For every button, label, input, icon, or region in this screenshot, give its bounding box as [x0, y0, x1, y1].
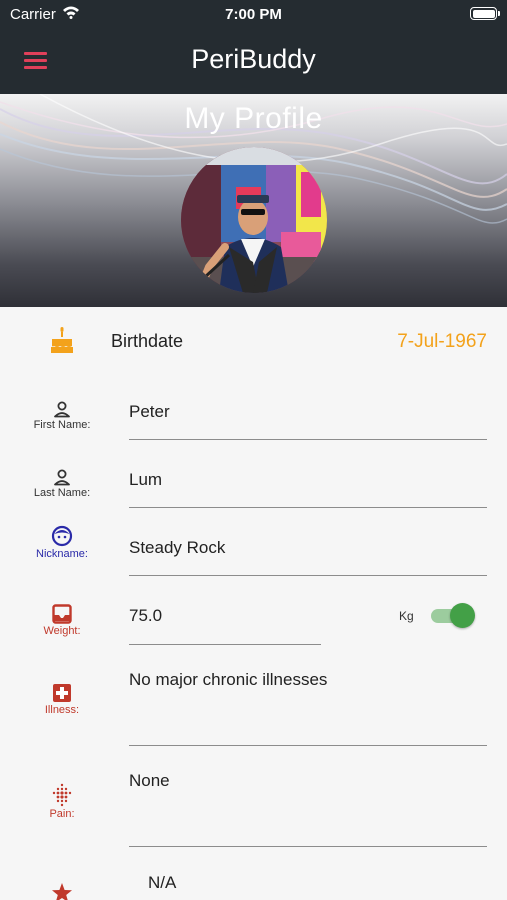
- weight-label: Weight:: [43, 625, 81, 637]
- nickname-row: Nickname: Steady Rock: [0, 513, 507, 581]
- battery-icon: [470, 7, 500, 20]
- illness-input[interactable]: No major chronic illnesses: [129, 670, 327, 690]
- weight-input[interactable]: 75.0: [129, 606, 162, 626]
- cake-icon: [50, 325, 74, 360]
- illness-underline: [129, 745, 487, 746]
- nickname-input[interactable]: Steady Rock: [129, 538, 225, 558]
- status-bar: Carrier 7:00 PM: [0, 0, 507, 28]
- person-icon: [0, 469, 124, 486]
- star-icon: [0, 882, 124, 900]
- first-name-input[interactable]: Peter: [129, 402, 170, 422]
- illness-label-group: Illness:: [0, 683, 124, 716]
- first-name-label-group: First Name:: [0, 401, 124, 431]
- pain-label: Pain:: [49, 808, 75, 820]
- pain-dots-icon: [0, 783, 124, 807]
- pain-input[interactable]: None: [129, 771, 170, 791]
- app-bar: PeriBuddy: [0, 28, 507, 94]
- birthdate-value[interactable]: 7-Jul-1967: [397, 331, 487, 353]
- pain-row: Pain: None: [0, 751, 507, 851]
- last-name-underline: [129, 507, 487, 508]
- app-title: PeriBuddy: [191, 44, 316, 74]
- last-name-label-group: Last Name:: [0, 469, 124, 499]
- profile-header: My Profile: [0, 94, 507, 307]
- pain-underline: [129, 846, 487, 847]
- weight-unit-toggle[interactable]: [431, 603, 475, 629]
- last-name-input[interactable]: Lum: [129, 470, 162, 490]
- notes-row: N/A: [0, 851, 507, 900]
- face-icon: [0, 525, 124, 547]
- weight-label-group: Weight:: [0, 604, 124, 637]
- first-name-row: First Name: Peter: [0, 377, 507, 445]
- nickname-label-group: Nickname:: [0, 525, 124, 560]
- birthdate-label: Birthdate: [111, 331, 184, 351]
- weight-unit-label: Kg: [399, 609, 414, 623]
- first-name-underline: [129, 439, 487, 440]
- weight-underline: [129, 644, 321, 645]
- avatar[interactable]: [181, 147, 327, 293]
- weight-row: Weight: 75.0 Kg: [0, 581, 507, 651]
- last-name-row: Last Name: Lum: [0, 445, 507, 513]
- first-name-label: First Name:: [33, 419, 91, 431]
- pain-label-group: Pain:: [0, 783, 124, 820]
- medical-cross-icon: [0, 683, 124, 703]
- nickname-label: Nickname:: [36, 548, 88, 560]
- illness-row: Illness: No major chronic illnesses: [0, 651, 507, 751]
- profile-title: My Profile: [184, 102, 323, 135]
- illness-label: Illness:: [44, 704, 80, 716]
- scale-icon: [0, 604, 124, 624]
- nickname-underline: [129, 575, 487, 576]
- birthdate-row[interactable]: Birthdate 7-Jul-1967: [0, 307, 507, 377]
- last-name-label: Last Name:: [33, 487, 91, 499]
- notes-input[interactable]: N/A: [148, 873, 176, 893]
- person-icon: [0, 401, 124, 418]
- notes-label-group: [0, 882, 124, 900]
- status-time: 7:00 PM: [225, 6, 282, 23]
